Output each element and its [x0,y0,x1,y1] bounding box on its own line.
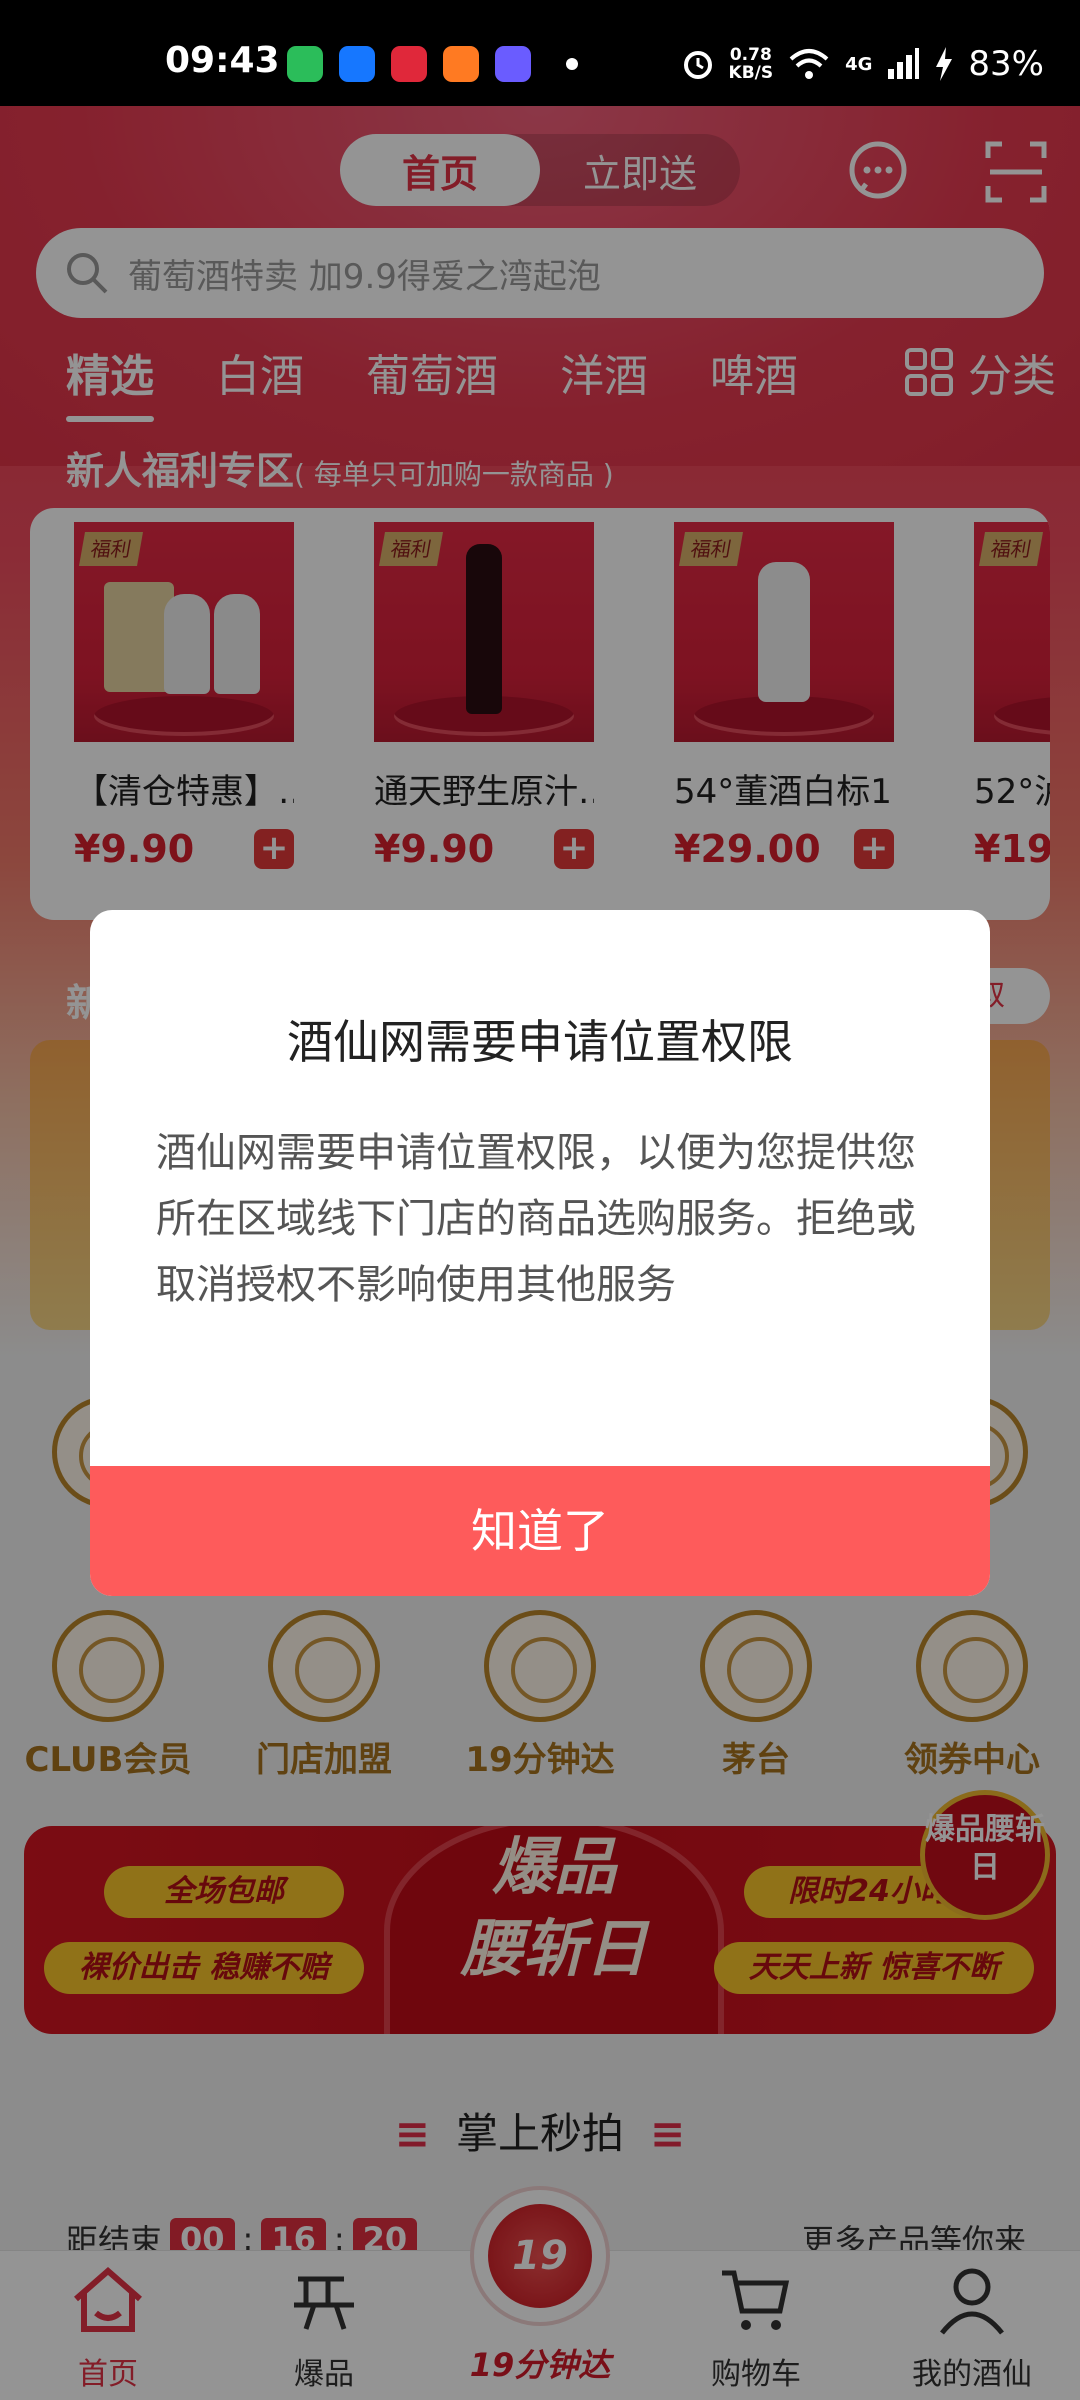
status-time: 09:43 [165,40,280,81]
message-app-icon [287,46,323,82]
dialog-body: 酒仙网需要申请位置权限，以便为您提供您所在区域线下门店的商品选购服务。拒绝或取消… [156,1130,916,1308]
alarm-icon [683,51,712,79]
health-app-icon [391,46,427,82]
location-permission-dialog: 酒仙网需要申请位置权限 酒仙网需要申请位置权限，以便为您提供您所在区域线下门店的… [90,910,990,1596]
location-app-icon [339,46,375,82]
sticker-app-icon [495,46,531,82]
battery-level: 83% [968,44,1044,84]
charging-icon [936,47,953,81]
notification-icons [287,46,531,82]
network-speed: 0.78 KB/S [729,46,774,82]
net-speed-unit: KB/S [728,63,774,83]
status-bar: 09:43 0.78 KB/S 4G 83% [0,0,1080,106]
signal-icon [888,48,920,79]
got-it-button[interactable]: 知道了 [90,1466,990,1596]
network-type: 4G [845,53,873,75]
person-app-icon [443,46,479,82]
more-notifications-icon [566,58,578,70]
dialog-title: 酒仙网需要申请位置权限 [287,1015,793,1069]
wifi-icon [789,49,829,79]
status-right: 0.78 KB/S 4G 83% [681,44,1044,84]
net-speed-value: 0.78 [729,45,772,65]
